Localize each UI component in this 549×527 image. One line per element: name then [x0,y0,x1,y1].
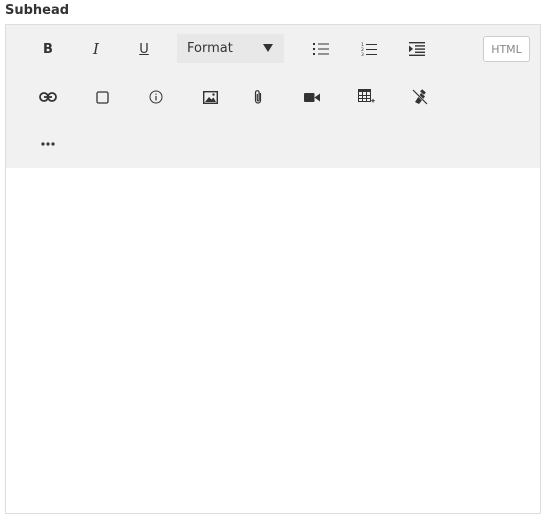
numbered-list-button[interactable]: 1 2 3 [354,34,384,64]
rich-text-editor: B I U Format 1 2 3 HTML [5,24,541,514]
field-label: Subhead [5,3,70,18]
html-source-button[interactable]: HTML [483,36,530,62]
attachment-button[interactable] [243,82,273,112]
underline-button[interactable]: U [129,34,159,64]
image-button[interactable] [195,82,225,112]
chevron-down-icon [263,44,273,52]
info-button[interactable] [141,82,171,112]
format-select[interactable]: Format [177,34,284,63]
numbered-list-icon: 1 2 3 [361,42,377,57]
bold-button[interactable]: B [33,34,63,64]
bold-icon: B [43,41,53,57]
table-icon [357,89,375,103]
attachment-icon [254,90,262,104]
underline-icon: U [139,41,149,57]
more-button[interactable] [33,129,63,159]
box-icon [95,90,109,104]
italic-button[interactable]: I [81,34,111,64]
svg-text:3: 3 [361,52,364,57]
indent-button[interactable] [402,34,432,64]
format-select-value: Format [187,41,233,56]
italic-icon: I [93,40,99,58]
link-icon [39,92,57,102]
bulleted-list-button[interactable] [306,34,336,64]
bulleted-list-icon [313,43,329,55]
table-button[interactable] [351,82,381,112]
editor-toolbar: B I U Format 1 2 3 HTML [6,25,540,168]
video-icon [304,92,320,102]
editor-content-area[interactable] [6,168,540,513]
link-button[interactable] [33,82,63,112]
video-button[interactable] [297,82,327,112]
clear-format-icon [412,89,428,105]
box-button[interactable] [87,82,117,112]
indent-icon [409,42,425,56]
info-icon [149,90,163,104]
image-icon [202,90,218,104]
more-icon [41,142,55,146]
clear-format-button[interactable] [405,82,435,112]
